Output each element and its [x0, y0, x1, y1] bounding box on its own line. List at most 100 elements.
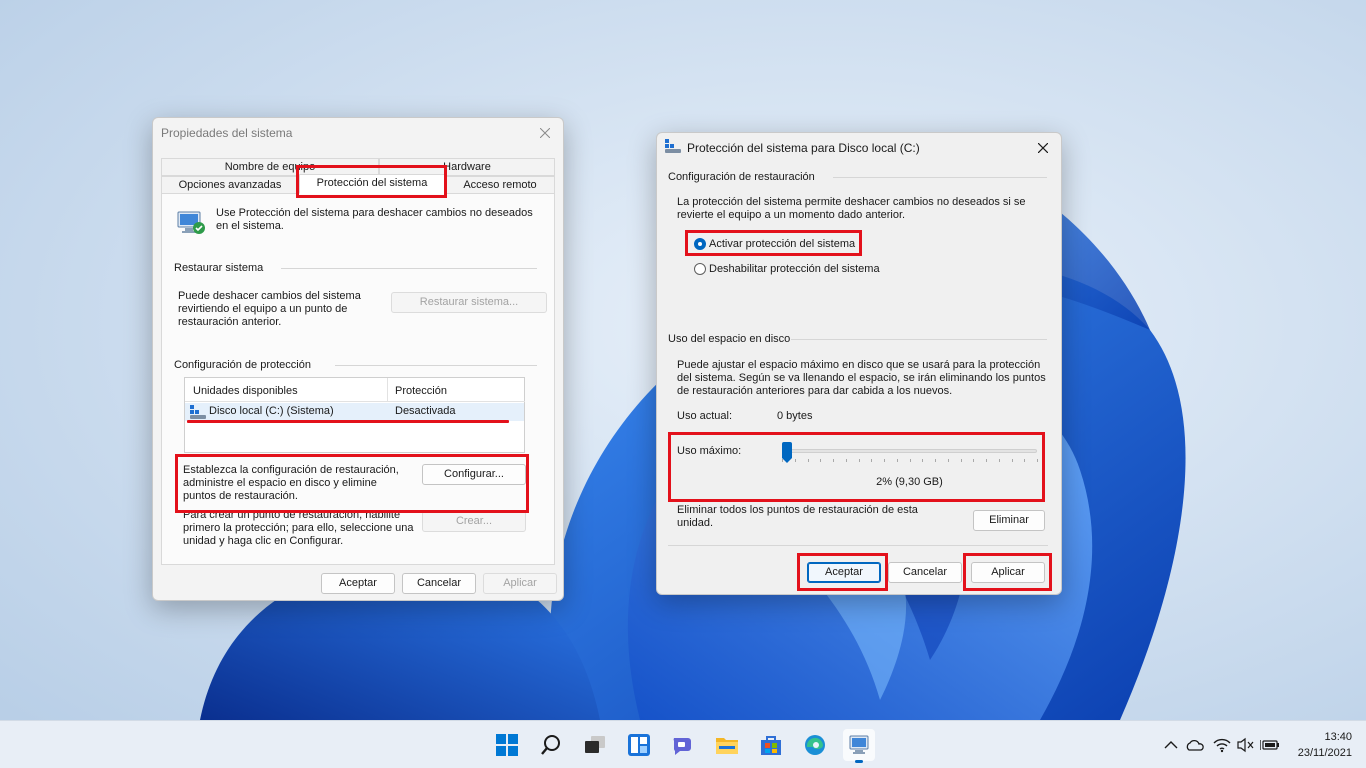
disable-protection-radio[interactable] — [694, 263, 706, 275]
widgets-button[interactable] — [623, 729, 655, 761]
create-description: Para crear un punto de restauración, hab… — [183, 509, 414, 547]
table-row[interactable]: Disco local (C:) (Sistema) Desactivada — [185, 403, 524, 421]
slider-tick — [998, 459, 1000, 462]
wifi-icon — [1213, 738, 1231, 753]
disk-usage-group-title: Uso del espacio en disco — [668, 333, 791, 345]
chat-icon — [673, 738, 691, 755]
configure-description: Establezca la configuración de restaurac… — [183, 464, 399, 502]
column-header-protection[interactable]: Protección — [388, 378, 525, 402]
slider-tick — [833, 459, 834, 462]
slider-tick — [807, 459, 809, 462]
disk-usage-description: Puede ajustar el espacio máximo en disco… — [677, 359, 1046, 397]
title-bar[interactable]: Propiedades del sistema — [153, 118, 563, 148]
store-icon — [761, 736, 781, 755]
restore-description: Puede deshacer cambios del sistema revir… — [178, 290, 361, 328]
disable-protection-label[interactable]: Deshabilitar protección del sistema — [709, 263, 880, 276]
search-button[interactable] — [535, 729, 567, 761]
chat-button[interactable] — [667, 729, 699, 761]
slider-tick — [935, 459, 936, 462]
system-properties-taskbar-button[interactable] — [843, 729, 875, 763]
close-icon — [1038, 143, 1048, 153]
drives-list[interactable]: Unidades disponibles Protección Disco lo… — [184, 377, 525, 453]
slider-tick — [884, 459, 885, 462]
file-explorer-button[interactable] — [711, 729, 743, 761]
battery-button[interactable] — [1259, 735, 1281, 755]
slider-tick — [794, 459, 796, 462]
ok-button[interactable]: Aceptar — [807, 562, 881, 583]
max-usage-value: 2% (9,30 GB) — [876, 476, 943, 488]
max-usage-slider[interactable] — [782, 449, 1037, 453]
current-usage-label: Uso actual: — [677, 410, 733, 422]
ok-button[interactable]: Aceptar — [321, 573, 395, 594]
restore-system-button[interactable]: Restaurar sistema... — [391, 292, 547, 313]
tab-label: Opciones avanzadas — [178, 179, 282, 191]
delete-points-description: Eliminar todos los puntos de restauració… — [677, 504, 918, 529]
close-icon — [540, 128, 550, 138]
divider — [791, 339, 1047, 340]
taskbar: 13:40 23/11/2021 — [0, 720, 1366, 768]
start-button[interactable] — [491, 729, 523, 761]
system-protection-icon — [177, 211, 205, 234]
divider — [335, 365, 537, 366]
system-protection-local-disk-dialog: Protección del sistema para Disco local … — [656, 132, 1062, 595]
edge-button[interactable] — [799, 729, 831, 761]
enable-protection-label[interactable]: Activar protección del sistema — [709, 238, 855, 251]
configure-button[interactable]: Configurar... — [422, 464, 526, 485]
drive-protection-status: Desactivada — [395, 405, 456, 417]
tab-advanced[interactable]: Opciones avanzadas — [161, 176, 299, 194]
file-explorer-icon — [716, 738, 738, 754]
create-button[interactable]: Crear... — [422, 511, 526, 532]
widgets-icon — [628, 734, 650, 756]
tab-label: Hardware — [443, 161, 491, 173]
max-usage-slider-thumb[interactable] — [782, 442, 793, 463]
battery-charging-icon — [1260, 740, 1279, 750]
current-usage-value: 0 bytes — [777, 410, 813, 422]
search-icon — [541, 735, 560, 755]
slider-tick — [947, 459, 949, 462]
slider-tick — [986, 459, 987, 462]
apply-button[interactable]: Aplicar — [971, 562, 1045, 583]
slider-tick — [1024, 459, 1026, 462]
edge-icon — [805, 735, 825, 755]
cancel-button[interactable]: Cancelar — [888, 562, 962, 583]
restore-settings-description: La protección del sistema permite deshac… — [677, 196, 1026, 221]
slider-tick — [820, 459, 822, 462]
title-bar[interactable]: Protección del sistema para Disco local … — [657, 133, 1061, 163]
cloud-icon — [1186, 739, 1204, 751]
close-button[interactable] — [1031, 137, 1055, 159]
clock-date: 23/11/2021 — [1297, 747, 1352, 759]
task-view-button[interactable] — [579, 729, 611, 761]
dialog-title: Propiedades del sistema — [161, 126, 293, 140]
column-header-label: Protección — [395, 385, 447, 397]
network-button[interactable] — [1211, 735, 1233, 755]
clock[interactable]: 13:40 23/11/2021 — [1298, 729, 1352, 761]
slider-tick — [782, 459, 783, 462]
tab-remote[interactable]: Acceso remoto — [445, 176, 555, 194]
slider-tick — [845, 459, 847, 462]
store-button[interactable] — [755, 729, 787, 761]
apply-button[interactable]: Aplicar — [483, 573, 557, 594]
slider-tick — [960, 459, 962, 462]
divider — [281, 268, 537, 269]
slider-tick — [922, 459, 924, 462]
clock-time: 13:40 — [1324, 731, 1352, 743]
volume-button[interactable] — [1235, 735, 1257, 755]
tab-system-protection[interactable]: Protección del sistema — [299, 174, 445, 194]
onedrive-button[interactable] — [1184, 735, 1206, 755]
red-underline — [187, 420, 509, 423]
slider-tick — [896, 459, 898, 462]
slider-tick — [871, 459, 873, 462]
cancel-button[interactable]: Cancelar — [402, 573, 476, 594]
enable-protection-radio[interactable] — [694, 238, 706, 250]
divider — [833, 177, 1047, 178]
show-hidden-icons-button[interactable] — [1160, 735, 1182, 755]
column-header-label: Unidades disponibles — [193, 385, 298, 397]
drive-icon — [190, 405, 206, 419]
tab-label: Acceso remoto — [463, 179, 537, 191]
close-button[interactable] — [533, 122, 557, 144]
protection-group-title: Configuración de protección — [174, 359, 311, 371]
tab-label: Protección del sistema — [316, 177, 428, 189]
delete-button[interactable]: Eliminar — [973, 510, 1045, 531]
slider-tick — [1037, 459, 1038, 462]
column-header-drives[interactable]: Unidades disponibles — [185, 378, 388, 402]
